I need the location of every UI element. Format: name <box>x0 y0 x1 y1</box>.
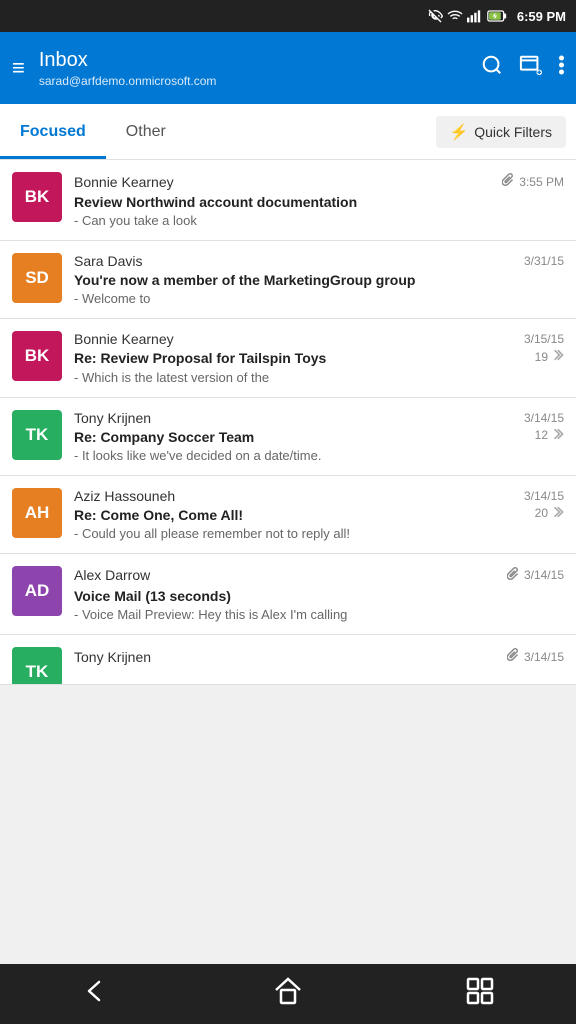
account-email: sarad@arfdemo.onmicrosoft.com <box>39 74 467 88</box>
avatar: BK <box>12 331 62 381</box>
email-body: Sara Davis 3/31/15 You're now a member of … <box>74 253 564 306</box>
email-subject: Review Northwind account documentation <box>74 193 564 211</box>
attachment-icon <box>502 172 515 191</box>
email-preview: - Could you all please remember not to r… <box>74 526 529 541</box>
email-preview: - Which is the latest version of the <box>74 370 529 385</box>
apps-button[interactable] <box>465 976 495 1013</box>
back-button[interactable] <box>81 976 111 1013</box>
tab-other[interactable]: Other <box>106 104 186 159</box>
avatar: AD <box>12 566 62 616</box>
thread-count: 12 <box>535 426 564 445</box>
email-date: 3/14/15 <box>524 489 564 503</box>
email-date: 3/14/15 <box>524 568 564 582</box>
app-header: ≡ Inbox sarad@arfdemo.onmicrosoft.com <box>0 32 576 104</box>
email-item[interactable]: SD Sara Davis 3/31/15 You're now a member o… <box>0 241 576 319</box>
email-subject: Voice Mail (13 seconds) <box>74 587 564 605</box>
bolt-icon: ⚡ <box>450 123 469 141</box>
sender-name: Bonnie Kearney <box>74 174 174 190</box>
email-date: 3:55 PM <box>519 175 564 189</box>
sender-name: Tony Krijnen <box>74 410 151 426</box>
sender-name: Sara Davis <box>74 253 142 269</box>
compose-icon[interactable] <box>519 54 543 82</box>
email-body: Aziz Hassouneh 3/14/15 Re: Come One, Come … <box>74 488 564 541</box>
expand-thread-icon <box>550 426 564 445</box>
status-time: 6:59 PM <box>517 9 566 24</box>
sender-name: Tony Krijnen <box>74 649 151 665</box>
email-preview: - It looks like we've decided on a date/… <box>74 448 529 463</box>
menu-icon[interactable]: ≡ <box>12 57 25 79</box>
home-button[interactable] <box>273 976 303 1013</box>
email-item[interactable]: BK Bonnie Kearney 3:55 PM Review Northwind … <box>0 160 576 241</box>
avatar: TK <box>12 647 62 685</box>
inbox-title: Inbox <box>39 49 467 72</box>
email-body: Alex Darrow 3/14/15 Voice Mail (13 seconds… <box>74 566 564 622</box>
sender-name: Aziz Hassouneh <box>74 488 175 504</box>
email-date: 3/31/15 <box>524 254 564 268</box>
header-actions <box>481 54 564 82</box>
email-date: 3/15/15 <box>524 332 564 346</box>
email-body: Tony Krijnen 3/14/15 Re: Company Soccer Te… <box>74 410 564 463</box>
email-item[interactable]: AH Aziz Hassouneh 3/14/15 Re: Come One, Com… <box>0 476 576 554</box>
tab-focused[interactable]: Focused <box>0 104 106 159</box>
email-item[interactable]: AD Alex Darrow 3/14/15 Voice Mail (13 secon… <box>0 554 576 635</box>
tab-bar: Focused Other ⚡ Quick Filters <box>0 104 576 160</box>
avatar: BK <box>12 172 62 222</box>
attachment-icon <box>507 566 520 585</box>
email-item[interactable]: TK Tony Krijnen 3/14/15 <box>0 635 576 685</box>
email-preview: - Voice Mail Preview: Hey this is Alex I… <box>74 607 564 622</box>
header-title-block: Inbox sarad@arfdemo.onmicrosoft.com <box>39 49 467 88</box>
sender-name: Bonnie Kearney <box>74 331 174 347</box>
email-date: 3/14/15 <box>524 650 564 664</box>
email-body: Tony Krijnen 3/14/15 <box>74 647 564 666</box>
expand-thread-icon <box>550 504 564 523</box>
email-body: Bonnie Kearney 3/15/15 Re: Review Proposal… <box>74 331 564 384</box>
email-body: Bonnie Kearney 3:55 PM Review Northwind ac… <box>74 172 564 228</box>
avatar: TK <box>12 410 62 460</box>
email-subject: Re: Come One, Come All! <box>74 506 529 524</box>
email-item[interactable]: TK Tony Krijnen 3/14/15 Re: Company Soccer … <box>0 398 576 476</box>
email-date: 3/14/15 <box>524 411 564 425</box>
thread-count: 19 <box>535 347 564 366</box>
email-subject: Re: Company Soccer Team <box>74 428 529 446</box>
email-item[interactable]: BK Bonnie Kearney 3/15/15 Re: Review Propos… <box>0 319 576 397</box>
expand-thread-icon <box>550 347 564 366</box>
status-bar: 6:59 PM <box>0 0 576 32</box>
status-icons <box>427 8 507 24</box>
avatar: SD <box>12 253 62 303</box>
sender-name: Alex Darrow <box>74 567 150 583</box>
email-subject: Re: Review Proposal for Tailspin Toys <box>74 349 529 367</box>
bottom-nav <box>0 964 576 1024</box>
email-preview: - Can you take a look <box>74 213 564 228</box>
thread-count: 20 <box>535 504 564 523</box>
email-list: BK Bonnie Kearney 3:55 PM Review Northwind … <box>0 160 576 964</box>
search-icon[interactable] <box>481 54 503 82</box>
email-preview: - Welcome to <box>74 291 564 306</box>
avatar: AH <box>12 488 62 538</box>
email-subject: You're now a member of the MarketingGrou… <box>74 271 564 289</box>
more-icon[interactable] <box>559 54 564 82</box>
quick-filters-button[interactable]: ⚡ Quick Filters <box>436 116 566 148</box>
attachment-icon <box>507 647 520 666</box>
